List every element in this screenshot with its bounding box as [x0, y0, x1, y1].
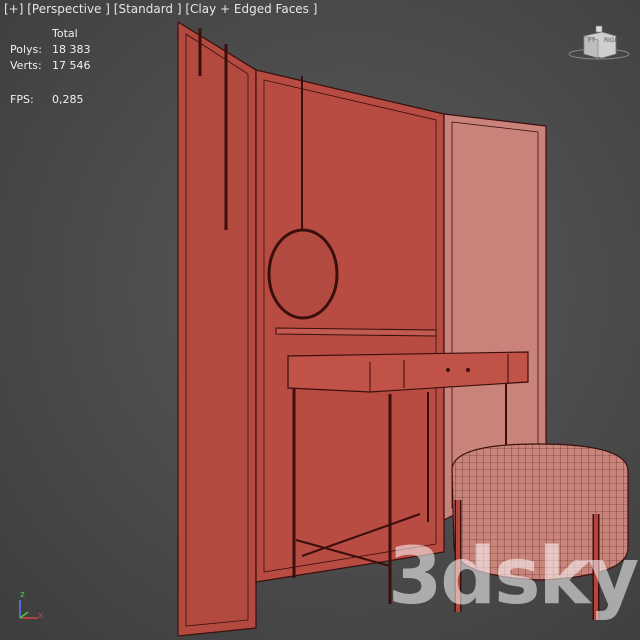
fps-value: 0,285 [52, 93, 84, 106]
viewport-perspective[interactable]: [+] [Perspective ] [Standard ] [Clay + E… [0, 0, 640, 640]
axis-tripod-icon [19, 600, 38, 619]
fps-label: FPS: [10, 93, 34, 106]
viewcube[interactable]: FT RIGHT [566, 22, 632, 62]
watermark-logo: 3dsky [388, 532, 639, 622]
round-mirror [267, 228, 339, 320]
statistics-overlay: Total Polys: 18 383 Verts: 17 546 FPS: 0… [10, 26, 91, 108]
screen-panel-middle [255, 69, 445, 583]
viewcube-face-left[interactable]: FT [588, 37, 595, 44]
verts-label: Verts: [10, 59, 42, 72]
viewport-view-menu[interactable]: [Perspective ] [27, 2, 110, 16]
polys-value: 18 383 [52, 43, 91, 56]
viewport-plus-menu[interactable]: [+] [4, 2, 23, 16]
stats-header: Total [52, 27, 78, 40]
axis-x-label: x [38, 611, 44, 621]
viewport-mode-menu[interactable]: [Clay + Edged Faces ] [185, 2, 317, 16]
axis-tripod: x z [8, 590, 52, 632]
viewport-label[interactable]: [+] [Perspective ] [Standard ] [Clay + E… [4, 2, 317, 16]
verts-value: 17 546 [52, 59, 91, 72]
axis-z-label: z [20, 590, 25, 600]
viewcube-face-right[interactable]: RIGHT [604, 37, 623, 44]
polys-label: Polys: [10, 43, 42, 56]
screen-panel-left [177, 20, 257, 637]
viewport-shading-menu[interactable]: [Standard ] [114, 2, 182, 16]
